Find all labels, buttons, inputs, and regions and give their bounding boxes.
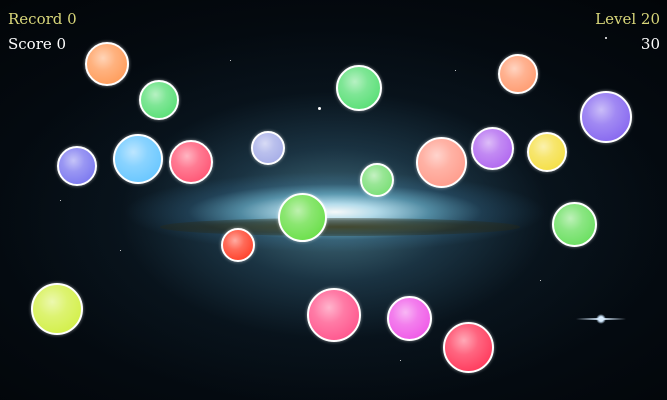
level-label: Level 20 — [595, 10, 660, 28]
bubble[interactable] — [443, 322, 494, 373]
bubble[interactable] — [527, 132, 567, 172]
bubble[interactable] — [336, 65, 382, 111]
star — [318, 107, 321, 110]
star — [605, 37, 607, 39]
bubble[interactable] — [471, 127, 514, 170]
bubble[interactable] — [31, 283, 83, 335]
bubble[interactable] — [552, 202, 597, 247]
star — [120, 250, 121, 251]
bubble[interactable] — [251, 131, 285, 165]
bubble[interactable] — [278, 193, 327, 242]
bubble[interactable] — [57, 146, 97, 186]
bubble[interactable] — [85, 42, 129, 86]
bubble[interactable] — [360, 163, 394, 197]
star — [60, 200, 61, 201]
star — [455, 70, 456, 71]
bright-star — [576, 314, 626, 324]
bubble[interactable] — [169, 140, 213, 184]
star — [540, 280, 541, 281]
bubble[interactable] — [580, 91, 632, 143]
bubble[interactable] — [416, 137, 467, 188]
galaxy-background — [160, 218, 520, 236]
bubble[interactable] — [307, 288, 361, 342]
bubble[interactable] — [221, 228, 255, 262]
star — [230, 60, 231, 61]
bubble[interactable] — [139, 80, 179, 120]
game-canvas[interactable]: Record 0 Score 0 Level 20 30 — [0, 0, 667, 400]
record-label: Record 0 — [8, 10, 77, 28]
bubble[interactable] — [113, 134, 163, 184]
timer-value: 30 — [640, 35, 660, 53]
star — [400, 360, 401, 361]
bubble[interactable] — [498, 54, 538, 94]
score-label: Score 0 — [8, 35, 67, 53]
bubble[interactable] — [387, 296, 432, 341]
